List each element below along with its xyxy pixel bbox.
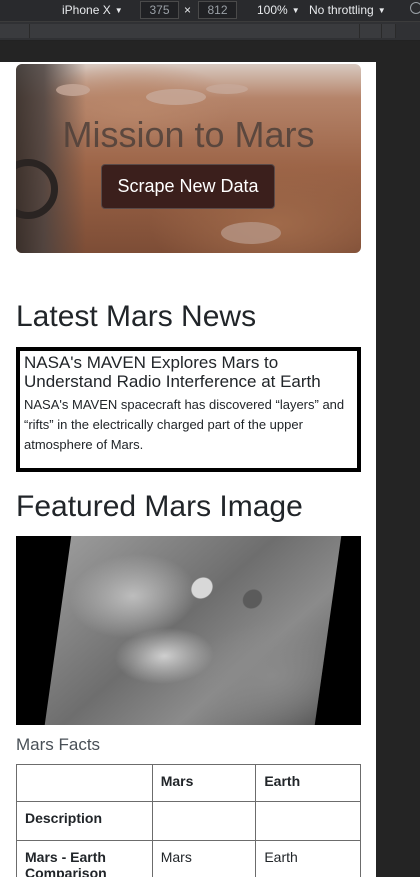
chevron-down-icon: ▼ [114,6,123,15]
featured-image-title: Featured Mars Image [16,490,303,523]
facts-caption: Mars Facts [16,735,101,754]
ruler-segment[interactable] [30,24,360,38]
rock-shape [56,84,90,96]
news-card: NASA's MAVEN Explores Mars to Understand… [16,347,361,472]
zoom-select[interactable]: 100% ▼ [257,3,300,17]
rotate-icon[interactable] [410,2,420,14]
ruler-segment[interactable] [382,24,396,38]
table-cell: Earth [255,840,361,877]
hero-title: Mission to Mars [62,114,315,155]
table-header-row: Mars Earth [16,764,361,802]
featured-mars-image [16,536,361,725]
scrape-button[interactable]: Scrape New Data [101,164,275,209]
devtools-device-toolbar: iPhone X ▼ 375 × 812 100% ▼ No throttling ▼ [0,0,420,22]
hero-jumbotron: Mission to Mars Scrape New Data [16,64,361,253]
column-header: Earth [255,764,361,802]
row-label: Description [16,801,153,841]
row-label: Mars - Earth Comparison [16,840,153,877]
table-cell [255,801,361,841]
table-row: Mars - Earth Comparison Mars Earth [16,840,361,877]
mars-terrain-image [44,536,342,725]
table-cell: Mars [151,840,257,877]
column-header: Mars [151,764,257,802]
device-label: iPhone X [62,3,111,17]
ruler-segment[interactable] [360,24,382,38]
device-viewport: Mission to Mars Scrape New Data Latest M… [0,62,376,877]
rock-shape [221,222,281,244]
news-teaser: NASA's MAVEN spacecraft has discovered “… [24,397,345,452]
rock-shape [146,89,206,105]
throttling-label: No throttling [309,3,374,17]
mars-facts-table: Mars Earth Description Mars - Earth Comp… [16,764,361,877]
device-select[interactable]: iPhone X ▼ [62,3,123,17]
column-header [16,764,153,802]
rock-shape [206,84,248,94]
table-cell [151,801,257,841]
ruler-segment[interactable] [0,24,30,38]
width-input[interactable]: 375 [140,1,179,19]
dimension-separator: × [184,3,192,17]
chevron-down-icon: ▼ [377,6,386,15]
chevron-down-icon: ▼ [291,6,300,15]
news-section-title: Latest Mars News [16,300,257,333]
media-query-ruler[interactable] [0,22,420,41]
throttling-select[interactable]: No throttling ▼ [309,3,386,17]
news-headline: NASA's MAVEN Explores Mars to Understand… [24,353,321,391]
zoom-label: 100% [257,3,288,17]
height-input[interactable]: 812 [198,1,237,19]
table-row: Description [16,801,361,841]
